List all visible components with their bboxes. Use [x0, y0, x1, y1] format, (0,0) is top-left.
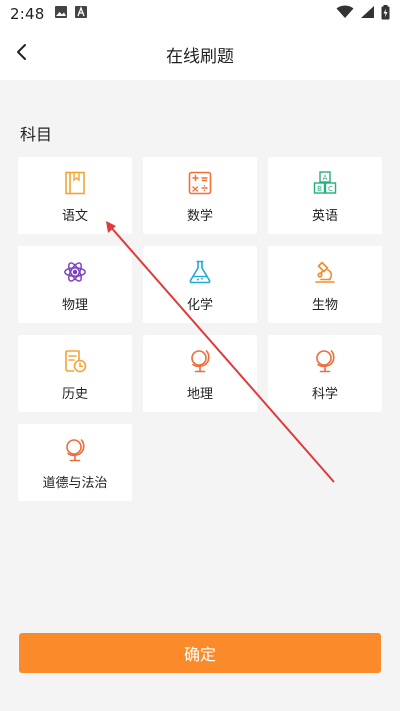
subject-label: 语文 [61, 209, 88, 224]
status-time: 2:48 [10, 5, 45, 23]
subject-tile-history[interactable]: 历史 [18, 335, 132, 412]
subject-label: 道德与法治 [42, 476, 108, 491]
subject-tile-english[interactable]: ABC 英语 [268, 157, 382, 234]
subject-tile-science[interactable]: 科学 [268, 335, 382, 412]
subject-tile-biology[interactable]: 生物 [268, 246, 382, 323]
subject-label: 化学 [186, 298, 213, 313]
subject-label: 英语 [311, 209, 338, 224]
globe-icon [313, 349, 337, 373]
subject-label: 生物 [311, 298, 338, 313]
a-notification-icon [74, 5, 88, 23]
back-button[interactable] [6, 38, 38, 70]
status-notification-icons [54, 5, 88, 23]
signal-icon [360, 5, 375, 23]
page-title: 在线刷题 [166, 46, 234, 67]
subject-label: 地理 [186, 387, 213, 402]
chevron-left-icon [15, 43, 29, 65]
book-icon [63, 171, 87, 195]
subject-label: 数学 [186, 209, 213, 224]
subject-label: 物理 [61, 298, 88, 313]
svg-text:C: C [328, 185, 333, 193]
wifi-icon [336, 5, 354, 23]
subject-tile-morality-law[interactable]: 道德与法治 [18, 424, 132, 501]
status-system-icons [336, 4, 390, 24]
section-title: 科目 [20, 125, 53, 144]
subject-tile-physics[interactable]: 物理 [18, 246, 132, 323]
subject-grid: 语文 数学 ABC 英语 物理 化学 生物 历史 地理 科学 道德与法治 [18, 157, 382, 501]
globe-icon [63, 438, 87, 462]
history-doc-icon [63, 349, 87, 373]
image-notification-icon [54, 5, 68, 23]
battery-charging-icon [381, 4, 390, 24]
confirm-button[interactable]: 确定 [19, 633, 381, 673]
atom-icon [63, 260, 87, 284]
subject-tile-chemistry[interactable]: 化学 [143, 246, 257, 323]
status-bar: 2:48 [0, 0, 400, 28]
flask-icon [188, 260, 212, 284]
subject-label: 历史 [61, 387, 88, 402]
subject-tile-math[interactable]: 数学 [143, 157, 257, 234]
abc-blocks-icon: ABC [313, 171, 337, 195]
header: 在线刷题 [0, 28, 400, 80]
svg-text:A: A [323, 174, 328, 182]
calculator-icon [188, 171, 212, 195]
globe-icon [188, 349, 212, 373]
subject-label: 科学 [311, 387, 338, 402]
microscope-icon [313, 260, 337, 284]
page: 2:48 在线刷题 科目 语文 数学 A B C 英语 物理 化学 生物 历史 … [0, 0, 400, 711]
svg-text:B: B [317, 185, 322, 193]
subject-tile-geography[interactable]: 地理 [143, 335, 257, 412]
subject-tile-chinese[interactable]: 语文 [18, 157, 132, 234]
